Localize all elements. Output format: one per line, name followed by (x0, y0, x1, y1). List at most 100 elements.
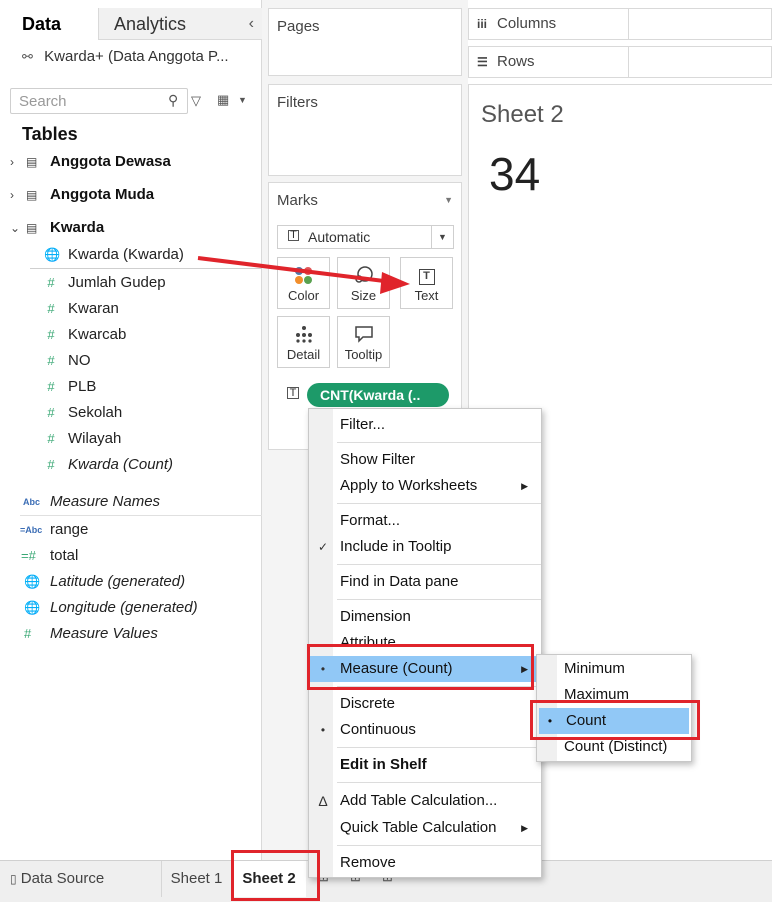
tables-heading: Tables (22, 124, 78, 144)
table-anggota-muda[interactable]: › ▤ Anggota Muda (0, 182, 262, 208)
chevron-down-icon[interactable]: ⌄ (10, 215, 22, 241)
cnt-kwarda-pill[interactable]: CNT(Kwarda (.. (307, 383, 449, 407)
field-kwaran[interactable]: # Kwaran (0, 296, 262, 322)
menu-label: Remove (340, 854, 396, 871)
mark-type-dropdown[interactable]: T Automatic ▼ (277, 225, 454, 249)
hash-icon: # (47, 327, 55, 342)
field-plb[interactable]: # PLB (0, 374, 262, 400)
menu-continuous[interactable]: • Continuous (309, 717, 541, 743)
menu-edit-in-shelf[interactable]: Edit in Shelf (309, 752, 541, 778)
table-icon: ▤ (26, 155, 38, 169)
filters-shelf[interactable]: Filters (268, 84, 462, 176)
detail-button[interactable]: Detail (277, 316, 330, 368)
mark-type-label: Automatic (308, 229, 371, 245)
menu-remove[interactable]: Remove (309, 850, 541, 876)
rows-label-cell: ☰ Rows (469, 47, 629, 77)
menu-include-in-tooltip[interactable]: ✓ Include in Tooltip (309, 534, 541, 560)
tab-sheet-1[interactable]: Sheet 1 (162, 861, 232, 897)
field-latitude[interactable]: 🌐 Latitude (generated) (0, 569, 262, 595)
pages-shelf[interactable]: Pages (268, 8, 462, 76)
collapse-pane-icon[interactable]: ‹ (249, 8, 254, 40)
count-value[interactable]: 34 (489, 147, 540, 201)
menu-filter[interactable]: Filter... (309, 412, 541, 438)
field-jumlah-gudep[interactable]: # Jumlah Gudep (0, 270, 262, 296)
size-button[interactable]: Size (337, 257, 390, 309)
menu-separator (337, 747, 541, 748)
field-name: Kwarcab (68, 326, 127, 343)
field-kwarda-count[interactable]: # Kwarda (Count) (0, 452, 262, 478)
tab-analytics[interactable]: Analytics ‹ (98, 8, 262, 40)
field-name: Measure Names (50, 493, 161, 510)
datasource-name: Kwarda+ (Data Anggota P... (44, 48, 229, 65)
menu-label: Filter... (340, 416, 386, 433)
menu-add-table-calculation[interactable]: Δ Add Table Calculation... (309, 788, 541, 814)
annotation-box-measure (307, 644, 534, 690)
menu-separator (337, 503, 541, 504)
menu-dimension[interactable]: Dimension (309, 604, 541, 630)
table-name: Anggota Muda (50, 186, 155, 203)
datasource-icon: ⚯ (22, 49, 33, 64)
chevron-down-icon[interactable]: ▼ (444, 195, 453, 205)
divider (20, 515, 262, 516)
tab-data[interactable]: Data (0, 8, 98, 40)
field-name: Measure Values (50, 625, 158, 642)
field-total[interactable]: =# total (0, 543, 262, 569)
field-kwarda-kwarda[interactable]: 🌐 Kwarda (Kwarda) (0, 242, 262, 268)
columns-shelf[interactable]: iii Columns (468, 8, 772, 40)
menu-format[interactable]: Format... (309, 508, 541, 534)
field-name: total (50, 547, 79, 564)
chevron-right-icon[interactable]: › (10, 149, 22, 175)
pane-tabs: Data Analytics ‹ (0, 8, 262, 40)
chevron-right-icon[interactable]: › (10, 182, 22, 208)
field-wilayah[interactable]: # Wilayah (0, 426, 262, 452)
tooltip-icon (338, 325, 389, 347)
filter-icon[interactable]: ▽ (191, 93, 201, 109)
tooltip-label: Tooltip (344, 347, 383, 362)
field-measure-values[interactable]: # Measure Values (0, 621, 262, 647)
pages-title: Pages (277, 18, 320, 35)
field-longitude[interactable]: 🌐 Longitude (generated) (0, 595, 262, 621)
filters-title: Filters (277, 94, 318, 111)
chevron-down-icon[interactable]: ▼ (238, 95, 247, 105)
globe-icon: 🌐 (24, 600, 41, 615)
color-dots-icon (278, 266, 329, 288)
table-anggota-dewasa[interactable]: › ▤ Anggota Dewasa (0, 149, 262, 175)
field-name: Kwaran (68, 300, 119, 317)
menu-quick-table-calculation[interactable]: Quick Table Calculation ▶ (309, 815, 541, 841)
table-kwarda[interactable]: ⌄ ▤ Kwarda (0, 215, 262, 241)
table-name: Kwarda (50, 219, 105, 236)
field-range[interactable]: =Abc range (0, 517, 262, 543)
menu-label: Add Table Calculation... (340, 792, 498, 809)
calc-hash-icon: =# (21, 548, 36, 563)
text-button[interactable]: T Text (400, 257, 453, 309)
menu-apply-to-worksheets[interactable]: Apply to Worksheets ▶ (309, 473, 541, 499)
annotation-box-sheet2 (231, 850, 320, 901)
field-no[interactable]: # NO (0, 348, 262, 374)
menu-separator (337, 564, 541, 565)
field-measure-names[interactable]: Abc Measure Names (0, 489, 262, 515)
search-input[interactable] (10, 88, 188, 114)
rows-shelf[interactable]: ☰ Rows (468, 46, 772, 78)
rows-icon: ☰ (477, 55, 488, 69)
search-icon[interactable]: ⚲ (168, 92, 178, 109)
submenu-arrow-icon: ▶ (521, 823, 528, 833)
field-sekolah[interactable]: # Sekolah (0, 400, 262, 426)
field-name: Kwarda (Count) (68, 456, 174, 473)
chevron-down-icon[interactable]: ▼ (431, 226, 453, 248)
tooltip-button[interactable]: Tooltip (337, 316, 390, 368)
detail-icon (278, 325, 329, 347)
datasource-selector[interactable]: ⚯ Kwarda+ (Data Anggota P... (22, 48, 229, 65)
tab-data-source[interactable]: ▯ Data Source (0, 861, 162, 897)
database-icon: ▯ (10, 872, 17, 886)
menu-discrete[interactable]: Discrete (309, 691, 541, 717)
field-kwarcab[interactable]: # Kwarcab (0, 322, 262, 348)
field-name: PLB (68, 378, 97, 395)
color-button[interactable]: Color (277, 257, 330, 309)
menu-find-in-data-pane[interactable]: Find in Data pane (309, 569, 541, 595)
submenu-minimum[interactable]: Minimum (537, 656, 691, 682)
view-options-icon[interactable]: ▦ (217, 92, 229, 108)
globe-icon: 🌐 (24, 574, 41, 589)
table-name: Anggota Dewasa (50, 153, 171, 170)
rows-label: Rows (497, 53, 535, 70)
menu-show-filter[interactable]: Show Filter (309, 447, 541, 473)
